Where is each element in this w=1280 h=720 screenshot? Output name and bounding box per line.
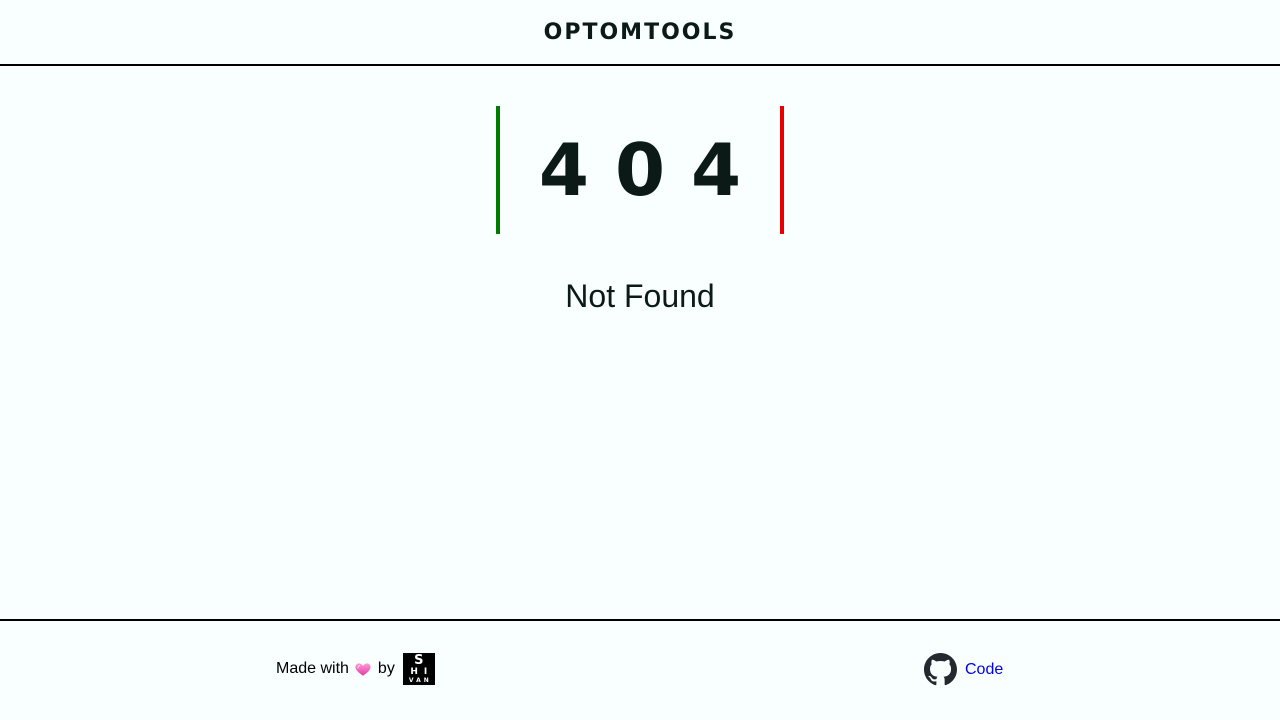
error-code-box: 404	[496, 106, 784, 234]
site-footer: Made with by S HI VAN Code	[0, 619, 1280, 720]
site-header: OPTOMTOOLS	[0, 0, 1280, 66]
made-with-credit: Made with by S HI VAN	[276, 653, 435, 685]
made-with-text: Made with	[276, 660, 349, 677]
brand-logo-link[interactable]: OPTOMTOOLS	[544, 20, 737, 45]
error-message: Not Found	[565, 278, 715, 314]
error-code: 404	[538, 128, 768, 212]
github-icon	[924, 653, 957, 686]
source-code-link[interactable]: Code	[924, 653, 1003, 686]
author-logo-link[interactable]: S HI VAN	[402, 653, 435, 685]
code-link-label: Code	[965, 660, 1004, 678]
by-text: by	[377, 660, 395, 677]
heart-icon	[354, 660, 372, 678]
author-logo-row-1: S	[414, 653, 424, 668]
author-logo-row-3: VAN	[408, 677, 432, 684]
